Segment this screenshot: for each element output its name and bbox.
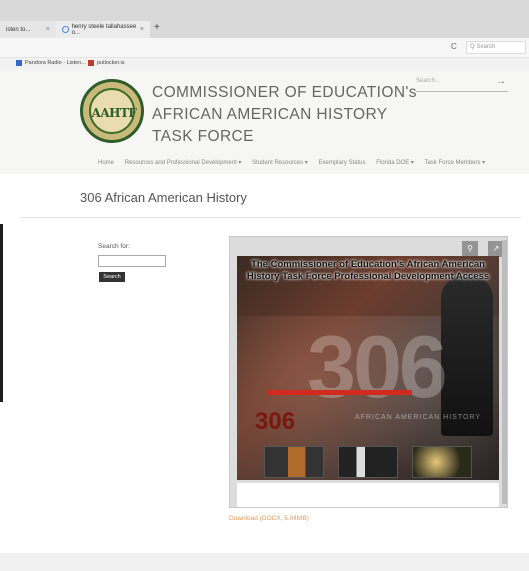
- site-search-placeholder: Search...: [416, 78, 441, 84]
- bookmark-pandora[interactable]: Pandora Radio - Listen...: [16, 60, 86, 66]
- site-title-line: COMMISSIONER OF EDUCATION's: [152, 84, 417, 101]
- viewer-controls: ⚲ ↗: [462, 241, 504, 257]
- divider: [20, 217, 521, 218]
- document-slide: 306 The Commissioner of Education's Afri…: [237, 256, 499, 480]
- main-nav: Home Resources and Professional Developm…: [98, 159, 494, 166]
- reload-icon[interactable]: C: [451, 42, 457, 51]
- browser-search-input[interactable]: Q Search: [466, 41, 526, 54]
- new-tab-button[interactable]: +: [154, 22, 160, 33]
- window-edge: [0, 224, 3, 402]
- zoom-icon[interactable]: ⚲: [462, 241, 478, 257]
- nav-item-task-force-members[interactable]: Task Force Members ▾: [424, 160, 485, 166]
- thumbnail-image: [338, 446, 398, 478]
- nav-item-student-resources[interactable]: Student Resources ▾: [252, 160, 308, 166]
- slide-big-number: 306: [307, 317, 448, 416]
- logo-text: AAHTF: [91, 106, 137, 120]
- page-footer: [0, 553, 529, 571]
- site-title-line: AFRICAN AMERICAN HISTORY: [152, 106, 388, 123]
- page-title: 306 African American History: [80, 190, 247, 205]
- browser-tab-active[interactable]: henry steele tallahassee o... ×: [56, 21, 150, 38]
- thumbnail-image: [412, 446, 472, 478]
- slide-title: The Commissioner of Education's African …: [246, 259, 490, 282]
- search-input[interactable]: [98, 255, 166, 267]
- nav-item-resources[interactable]: Resources and Professional Development ▾: [125, 160, 242, 166]
- close-icon[interactable]: ×: [140, 26, 144, 33]
- bookmark-label: putlocker.is: [97, 60, 125, 66]
- close-icon[interactable]: ×: [46, 26, 50, 33]
- arrow-right-icon[interactable]: →: [496, 76, 506, 87]
- slide-thumbnails: [264, 446, 472, 478]
- bookmark-putlocker[interactable]: putlocker.is: [88, 60, 125, 66]
- bookmarks-bar: Pandora Radio - Listen... putlocker.is: [0, 58, 529, 70]
- pandora-icon: [16, 60, 22, 66]
- slide-subtitle: AFRICAN AMERICAN HISTORY: [355, 414, 482, 421]
- address-bar: C Q Search: [0, 38, 529, 58]
- bookmark-label: Pandora Radio - Listen...: [25, 60, 86, 66]
- tab-label: isten to...: [6, 26, 31, 33]
- tab-label: henry steele tallahassee o...: [71, 23, 137, 36]
- search-label: Search for:: [98, 243, 130, 250]
- logo-seal: AAHTF: [89, 88, 137, 134]
- site-title[interactable]: COMMISSIONER OF EDUCATION's AFRICAN AMER…: [152, 82, 417, 148]
- portrait-photo: [441, 276, 493, 436]
- thumbnail-image: [264, 446, 324, 478]
- nav-item-exemplary-status[interactable]: Exemplary Status: [319, 160, 366, 166]
- google-icon: [62, 26, 69, 33]
- aahtf-logo[interactable]: AAHTF: [80, 79, 144, 143]
- browser-tabstrip: isten to... × henry steele tallahassee o…: [0, 0, 529, 38]
- document-viewer[interactable]: ⚲ ↗ 306 The Commissioner of Education's …: [229, 236, 508, 508]
- slide-number-logo: 306: [255, 408, 296, 435]
- site-header: AAHTF COMMISSIONER OF EDUCATION's AFRICA…: [0, 70, 529, 174]
- viewer-page-area: [237, 483, 499, 507]
- nav-item-home[interactable]: Home: [98, 160, 114, 166]
- search-button[interactable]: Search: [99, 272, 125, 282]
- slide-red-bar: [267, 390, 412, 395]
- viewer-scrollbar[interactable]: [502, 240, 507, 504]
- putlocker-icon: [88, 60, 94, 66]
- browser-tab[interactable]: isten to... ×: [0, 21, 56, 38]
- site-search-input[interactable]: Search... →: [416, 76, 508, 92]
- download-link[interactable]: Download (DOCX, 5.04MB): [229, 515, 309, 522]
- site-title-line: TASK FORCE: [152, 128, 254, 145]
- nav-item-florida-doe[interactable]: Florida DOE ▾: [376, 160, 414, 166]
